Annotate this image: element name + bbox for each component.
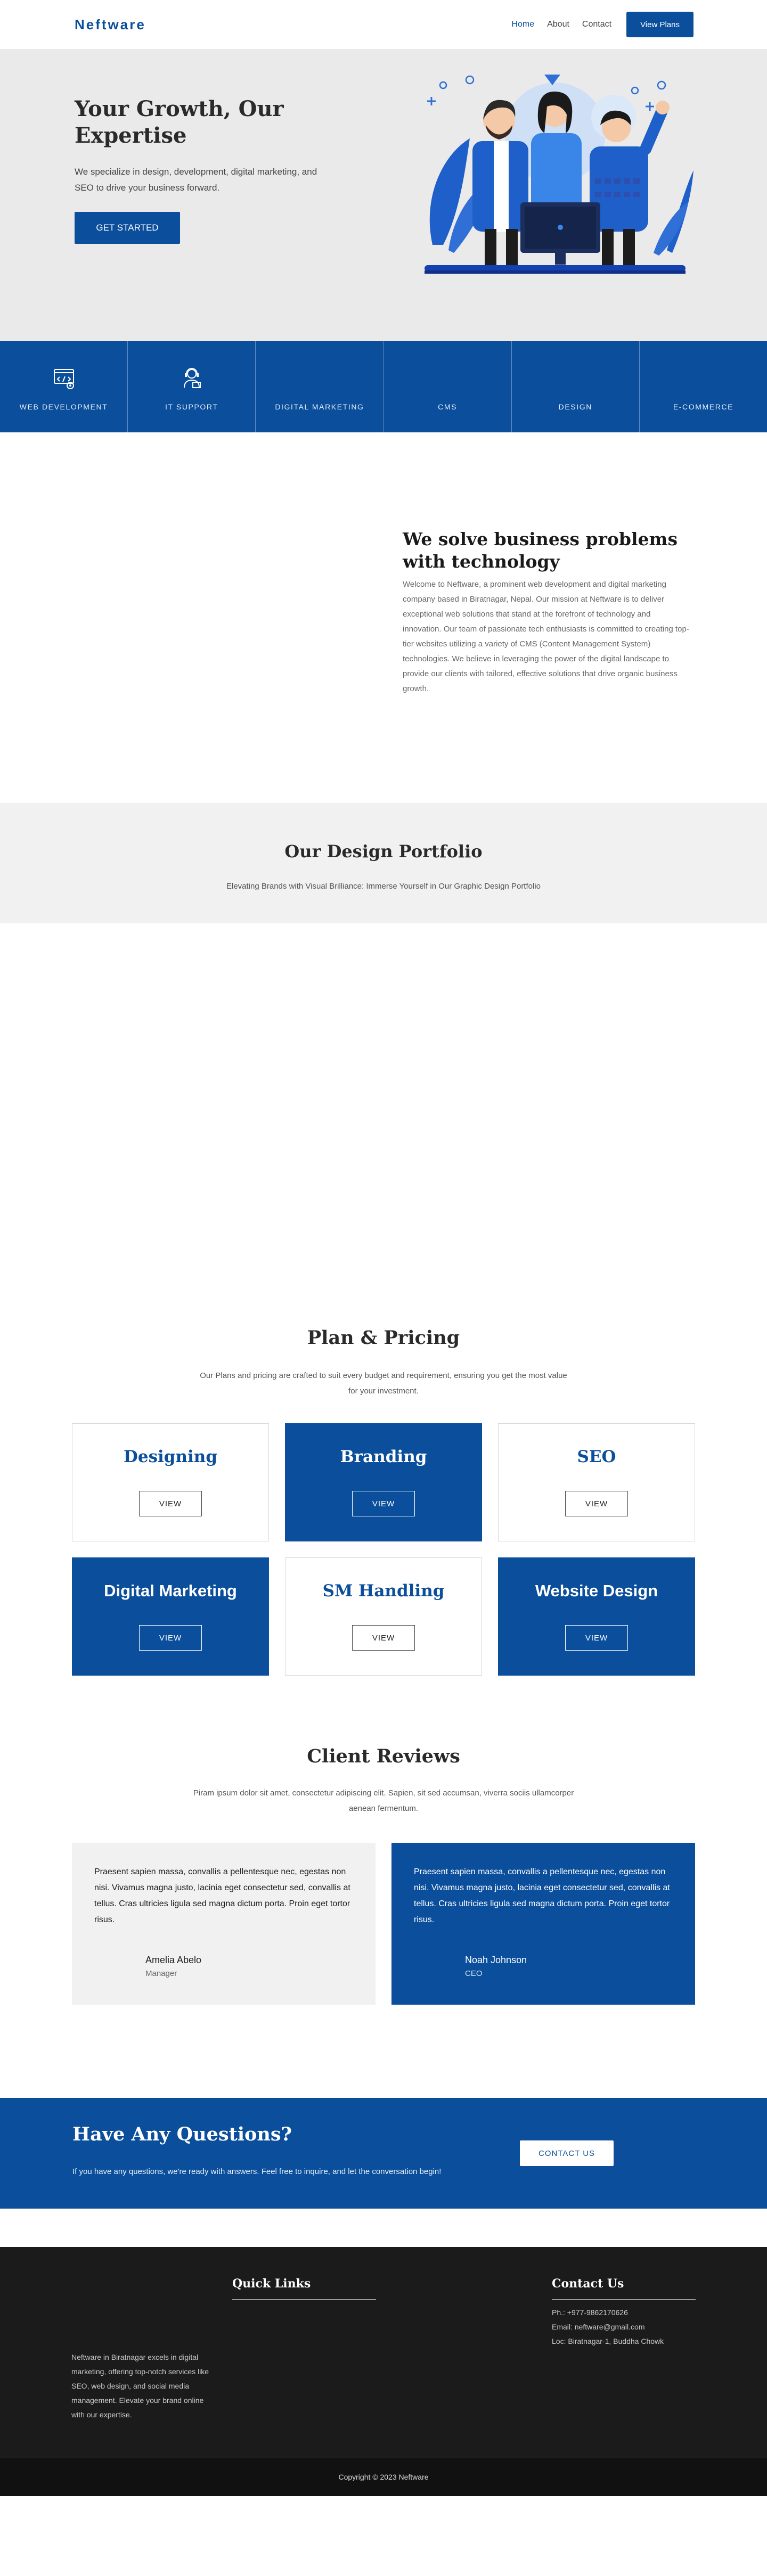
view-plan-button[interactable]: VIEW: [565, 1491, 628, 1516]
contact-divider: [552, 2299, 696, 2300]
service-e-commerce[interactable]: E-COMMERCE: [640, 341, 767, 432]
contact-list: Ph.: +977-9862170626 Email: neftware@gma…: [552, 2306, 664, 2349]
view-plan-button[interactable]: VIEW: [565, 1625, 628, 1651]
about-title: We solve business problems with technolo…: [403, 529, 678, 572]
review-card: Praesent sapien massa, convallis a pelle…: [72, 1843, 376, 2005]
hero-title: Your Growth, Our Expertise: [75, 96, 284, 148]
service-label: DESIGN: [558, 403, 592, 411]
plan-card-website-design: Website Design VIEW: [498, 1557, 695, 1676]
service-label: CMS: [438, 403, 458, 411]
reviewer-role: Manager: [145, 1969, 177, 1978]
pricing-title: Plan & Pricing: [307, 1327, 460, 1349]
view-plan-button[interactable]: VIEW: [139, 1491, 202, 1516]
service-label: E-COMMERCE: [673, 403, 734, 411]
cta-banner: Have Any Questions? If you have any ques…: [0, 2098, 767, 2209]
nav-link-home[interactable]: Home: [511, 20, 534, 29]
reviews-grid: Praesent sapien massa, convallis a pelle…: [72, 1843, 695, 2005]
portfolio-header: Our Design Portfolio Elevating Brands wi…: [0, 803, 767, 923]
view-plans-button[interactable]: View Plans: [626, 12, 693, 37]
service-design[interactable]: DESIGN: [512, 341, 640, 432]
plan-title: Website Design: [535, 1581, 658, 1600]
plan-card-seo: SEO VIEW: [498, 1423, 695, 1541]
pricing-section: Plan & Pricing Our Plans and pricing are…: [0, 1327, 767, 1745]
reviewer-name: Amelia Abelo: [145, 1955, 202, 1965]
contact-location: Loc: Biratnagar-1, Buddha Chowk: [552, 2337, 664, 2345]
review-card: Praesent sapien massa, convallis a pelle…: [391, 1843, 695, 2005]
reviewer-name: Noah Johnson: [465, 1955, 527, 1965]
section-spacer: [0, 2209, 767, 2247]
nav-links: Home About Contact View Plans: [499, 12, 693, 37]
plan-title: Branding: [340, 1447, 427, 1466]
footer: Quick Links Contact Us Ph.: +977-9862170…: [0, 2247, 767, 2458]
get-started-button[interactable]: GET STARTED: [75, 212, 180, 244]
reviews-title: Client Reviews: [307, 1745, 460, 1767]
hero-subtitle: We specialize in design, development, di…: [75, 167, 317, 193]
reviews-section: Client Reviews Piram ipsum dolor sit ame…: [0, 1745, 767, 2098]
pricing-grid: Designing VIEW Branding VIEW SEO VIEW Di…: [72, 1423, 695, 1676]
plan-card-designing: Designing VIEW: [72, 1423, 269, 1541]
portfolio-gallery: [0, 923, 767, 1327]
nav-link-contact[interactable]: Contact: [582, 20, 611, 29]
footer-about: Neftware in Biratnagar excels in digital…: [71, 2353, 209, 2419]
plan-title: Designing: [123, 1447, 218, 1466]
contact-email[interactable]: Email: neftware@gmail.com: [552, 2320, 664, 2334]
reviews-subtitle: Piram ipsum dolor sit amet, consectetur …: [193, 1789, 574, 1813]
hero-text: Your Growth, Our Expertise We specialize…: [75, 96, 330, 244]
copyright: Copyright © 2023 Neftware: [0, 2458, 767, 2496]
contact-title: Contact Us: [552, 2277, 624, 2291]
view-plan-button[interactable]: VIEW: [352, 1491, 415, 1516]
review-quote: Praesent sapien massa, convallis a pelle…: [94, 1867, 350, 1924]
cta-title: Have Any Questions?: [72, 2123, 292, 2145]
service-web-development[interactable]: WEB DEVELOPMENT: [0, 341, 128, 432]
contact-us-button[interactable]: CONTACT US: [520, 2140, 614, 2166]
contact-phone[interactable]: Ph.: +977-9862170626: [552, 2306, 664, 2320]
hero-section: Your Growth, Our Expertise We specialize…: [0, 49, 767, 341]
service-label: IT SUPPORT: [165, 403, 218, 411]
about-body: Welcome to Neftware, a prominent web dev…: [403, 580, 689, 693]
service-label: WEB DEVELOPMENT: [19, 403, 108, 411]
plan-title: SM Handling: [322, 1581, 445, 1601]
cta-subtitle: If you have any questions, we're ready w…: [72, 2167, 442, 2176]
about-section: We solve business problems with technolo…: [0, 432, 767, 803]
plan-card-branding: Branding VIEW: [285, 1423, 482, 1541]
portfolio-title: Our Design Portfolio: [284, 841, 483, 862]
service-cms[interactable]: CMS: [384, 341, 512, 432]
reviewer-role: CEO: [465, 1969, 483, 1978]
plan-card-sm-handling: SM Handling VIEW: [285, 1557, 482, 1676]
page-bottom: [0, 2496, 767, 2576]
team-illustration: [425, 75, 693, 274]
site-logo[interactable]: Neftware: [75, 17, 146, 33]
pricing-subtitle: Our Plans and pricing are crafted to sui…: [200, 1371, 567, 1396]
service-digital-marketing[interactable]: DIGITAL MARKETING: [256, 341, 384, 432]
quick-links-divider: [232, 2299, 376, 2300]
services-strip: WEB DEVELOPMENT IT SUPPORT DIGITAL MARKE…: [0, 341, 767, 432]
it-support-icon: [183, 368, 201, 388]
plan-title: Digital Marketing: [104, 1581, 237, 1600]
plan-title: SEO: [577, 1447, 616, 1466]
portfolio-subtitle: Elevating Brands with Visual Brilliance:…: [226, 882, 541, 891]
plan-card-digital-marketing: Digital Marketing VIEW: [72, 1557, 269, 1676]
nav-link-about[interactable]: About: [547, 20, 569, 29]
service-it-support[interactable]: IT SUPPORT: [128, 341, 256, 432]
view-plan-button[interactable]: VIEW: [139, 1625, 202, 1651]
view-plan-button[interactable]: VIEW: [352, 1625, 415, 1651]
quick-links-title: Quick Links: [232, 2277, 311, 2291]
about-text: We solve business problems with technolo…: [403, 528, 691, 696]
navbar: Neftware Home About Contact View Plans: [0, 0, 767, 49]
service-label: DIGITAL MARKETING: [275, 403, 364, 411]
web-development-icon: [53, 369, 74, 389]
review-quote: Praesent sapien massa, convallis a pelle…: [414, 1867, 670, 1924]
